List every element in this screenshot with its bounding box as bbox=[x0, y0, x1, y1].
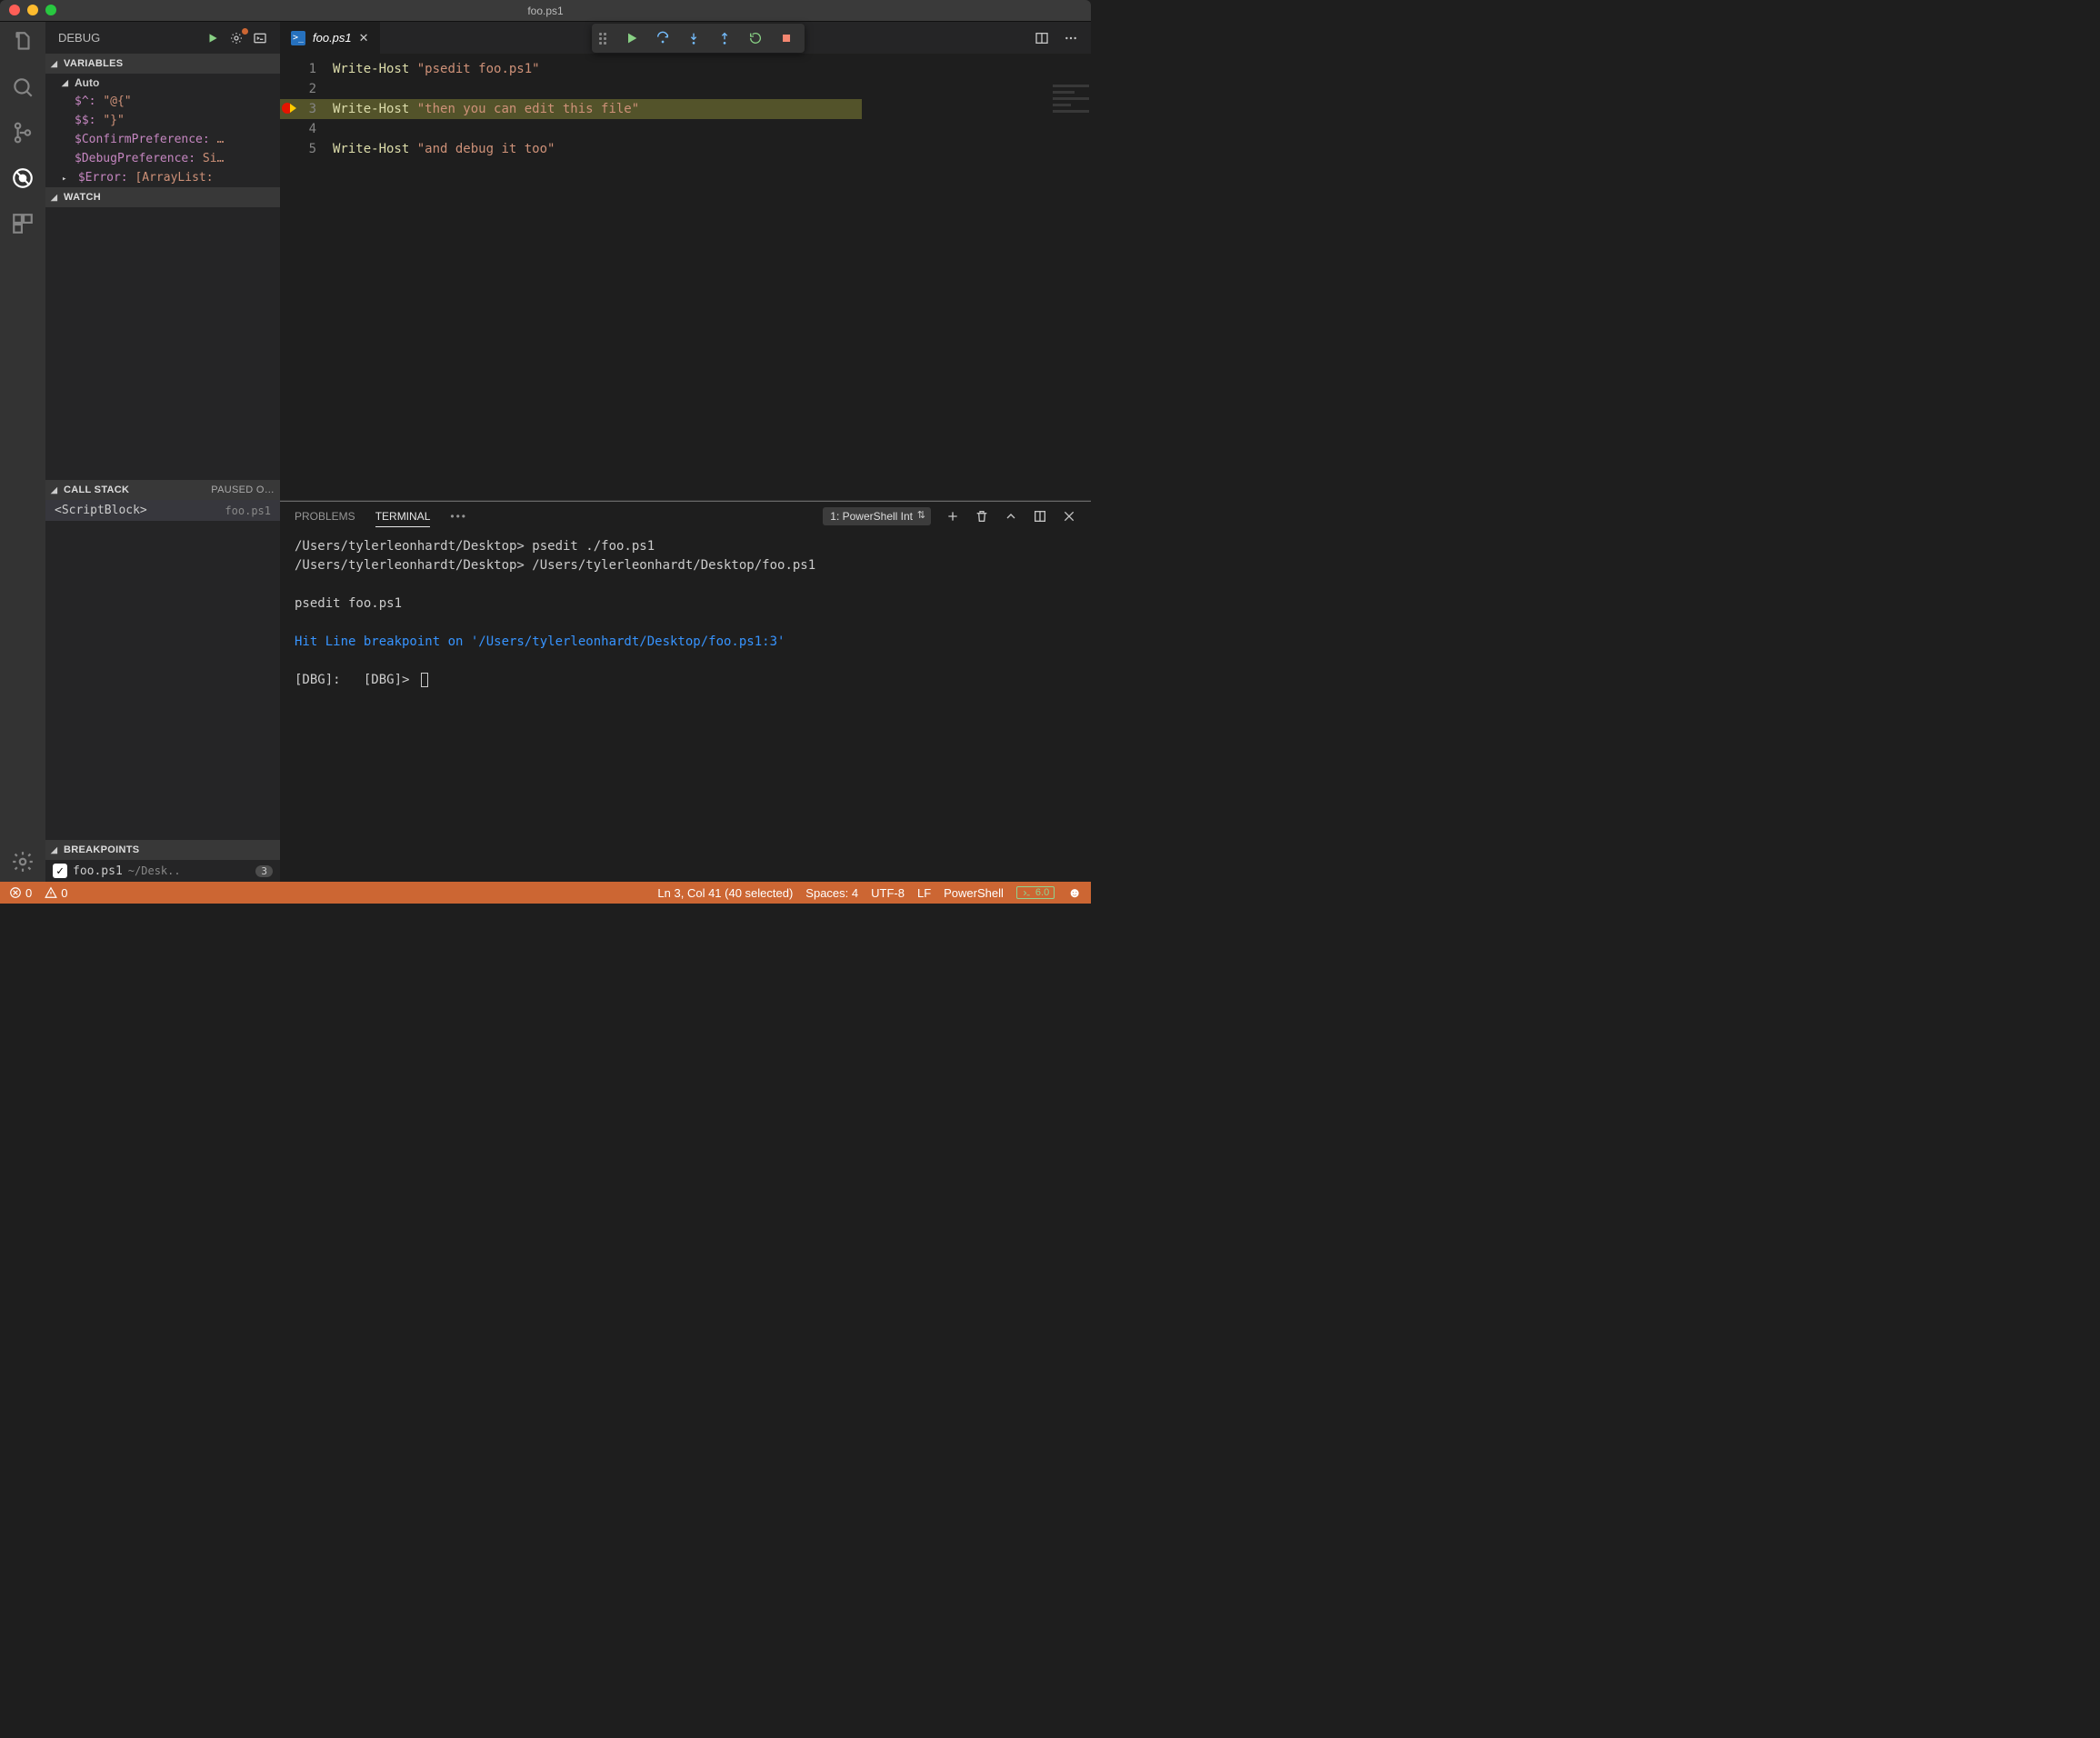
variables-group-auto[interactable]: ◢ Auto bbox=[45, 74, 280, 92]
start-debug-icon[interactable] bbox=[205, 31, 220, 45]
breakpoint-checkbox[interactable]: ✓ bbox=[53, 864, 67, 878]
variable-row[interactable]: $$: "}" bbox=[45, 111, 280, 130]
activity-bar bbox=[0, 22, 45, 882]
watch-title: WATCH bbox=[64, 192, 101, 203]
bottom-panel: PROBLEMS TERMINAL ••• 1: PowerShell Int … bbox=[280, 500, 1091, 882]
panel-close-icon[interactable] bbox=[1062, 509, 1076, 524]
files-icon[interactable] bbox=[10, 29, 35, 55]
step-out-button[interactable] bbox=[710, 25, 739, 51]
tab-problems[interactable]: PROBLEMS bbox=[295, 506, 355, 526]
new-terminal-icon[interactable] bbox=[945, 509, 960, 524]
split-editor-icon[interactable] bbox=[1035, 31, 1049, 45]
breakpoints-section: ✓ foo.ps1 ~/Desk.. 3 bbox=[45, 860, 280, 882]
variable-row[interactable]: $ConfirmPreference: … bbox=[45, 130, 280, 149]
status-bar: 0 0 Ln 3, Col 41 (40 selected) Spaces: 4… bbox=[0, 882, 1091, 904]
editor-tab-foo[interactable]: >_ foo.ps1 ✕ bbox=[280, 22, 381, 54]
traffic-zoom[interactable] bbox=[45, 5, 56, 15]
variable-row[interactable]: ▸ $Error: [ArrayList: bbox=[45, 168, 280, 187]
debug-config-gear-icon[interactable] bbox=[229, 31, 244, 45]
panel-tabs: PROBLEMS TERMINAL ••• 1: PowerShell Int bbox=[280, 501, 1091, 532]
stop-button[interactable] bbox=[772, 25, 801, 51]
status-errors[interactable]: 0 bbox=[9, 886, 32, 900]
editor-group: >_ foo.ps1 ✕ 1 2 bbox=[280, 22, 1091, 882]
tab-terminal[interactable]: TERMINAL bbox=[375, 506, 431, 527]
panel-maximize-icon[interactable] bbox=[1033, 509, 1047, 524]
source-control-icon[interactable] bbox=[10, 120, 35, 145]
debug-icon[interactable] bbox=[10, 165, 35, 191]
more-actions-icon[interactable] bbox=[1064, 31, 1078, 45]
editor-tabs: >_ foo.ps1 ✕ bbox=[280, 22, 1091, 54]
variables-section-header[interactable]: ◢ VARIABLES bbox=[45, 54, 280, 74]
status-cursor-pos[interactable]: Ln 3, Col 41 (40 selected) bbox=[657, 886, 793, 900]
status-warnings[interactable]: 0 bbox=[45, 886, 67, 900]
breakpoint-marker-icon[interactable] bbox=[282, 103, 293, 114]
variables-title: VARIABLES bbox=[64, 58, 123, 69]
callstack-section-header[interactable]: ◢ CALL STACK PAUSED O… bbox=[45, 480, 280, 500]
callstack-section: <ScriptBlock> foo.ps1 bbox=[45, 500, 280, 521]
terminal-cursor bbox=[421, 673, 428, 687]
kill-terminal-icon[interactable] bbox=[975, 509, 989, 524]
debug-title: DEBUG bbox=[58, 31, 100, 45]
debug-header: DEBUG bbox=[45, 22, 280, 54]
variable-row[interactable]: $^: "@{" bbox=[45, 92, 280, 111]
close-tab-icon[interactable]: ✕ bbox=[359, 31, 369, 45]
line-gutter: 1 2 3 4 5 bbox=[280, 59, 333, 159]
step-over-button[interactable] bbox=[648, 25, 677, 51]
code-editor[interactable]: 1 2 3 4 5 Write-Host "psedit foo.ps1" Wr… bbox=[280, 54, 1091, 159]
status-feedback-icon[interactable]: ☻ bbox=[1067, 885, 1082, 901]
breakpoints-title: BREAKPOINTS bbox=[64, 844, 139, 855]
callstack-frame[interactable]: <ScriptBlock> foo.ps1 bbox=[45, 500, 280, 521]
window-titlebar: foo.ps1 bbox=[0, 0, 1091, 22]
debug-toolbar[interactable] bbox=[592, 24, 805, 53]
debug-console-icon[interactable] bbox=[253, 31, 267, 45]
variable-row[interactable]: $DebugPreference: Si… bbox=[45, 149, 280, 168]
variables-section: ◢ Auto $^: "@{" $$: "}" $ConfirmPreferen… bbox=[45, 74, 280, 187]
code-area[interactable]: Write-Host "psedit foo.ps1" Write-Host "… bbox=[333, 59, 1091, 159]
breakpoints-section-header[interactable]: ◢ BREAKPOINTS bbox=[45, 840, 280, 860]
debug-toolbar-grip[interactable] bbox=[599, 33, 612, 45]
tab-label: foo.ps1 bbox=[313, 31, 352, 45]
continue-button[interactable] bbox=[617, 25, 646, 51]
status-spaces[interactable]: Spaces: 4 bbox=[805, 886, 858, 900]
watch-section bbox=[45, 207, 280, 480]
status-eol[interactable]: LF bbox=[917, 886, 931, 900]
callstack-title: CALL STACK bbox=[64, 484, 129, 495]
traffic-minimize[interactable] bbox=[27, 5, 38, 15]
restart-button[interactable] bbox=[741, 25, 770, 51]
search-icon[interactable] bbox=[10, 75, 35, 100]
terminal-output[interactable]: /Users/tylerleonhardt/Desktop> psedit ./… bbox=[280, 532, 1091, 697]
breakpoint-row[interactable]: ✓ foo.ps1 ~/Desk.. 3 bbox=[45, 860, 280, 882]
traffic-close[interactable] bbox=[9, 5, 20, 15]
extensions-icon[interactable] bbox=[10, 211, 35, 236]
window-title: foo.ps1 bbox=[527, 5, 563, 17]
status-encoding[interactable]: UTF-8 bbox=[871, 886, 905, 900]
powershell-file-icon: >_ bbox=[291, 31, 305, 45]
status-language[interactable]: PowerShell bbox=[944, 886, 1004, 900]
watch-section-header[interactable]: ◢ WATCH bbox=[45, 187, 280, 207]
debug-side-panel: DEBUG ◢ VARIABLES ◢ Auto $^: "@{" $$: "}… bbox=[45, 22, 280, 882]
terminal-selector[interactable]: 1: PowerShell Int bbox=[823, 507, 931, 525]
panel-overflow-icon[interactable]: ••• bbox=[450, 510, 467, 523]
settings-gear-icon[interactable] bbox=[10, 849, 35, 874]
step-into-button[interactable] bbox=[679, 25, 708, 51]
panel-up-icon[interactable] bbox=[1004, 509, 1018, 524]
callstack-status: PAUSED O… bbox=[211, 484, 275, 495]
status-ps-version[interactable]: 6.0 bbox=[1016, 886, 1055, 899]
